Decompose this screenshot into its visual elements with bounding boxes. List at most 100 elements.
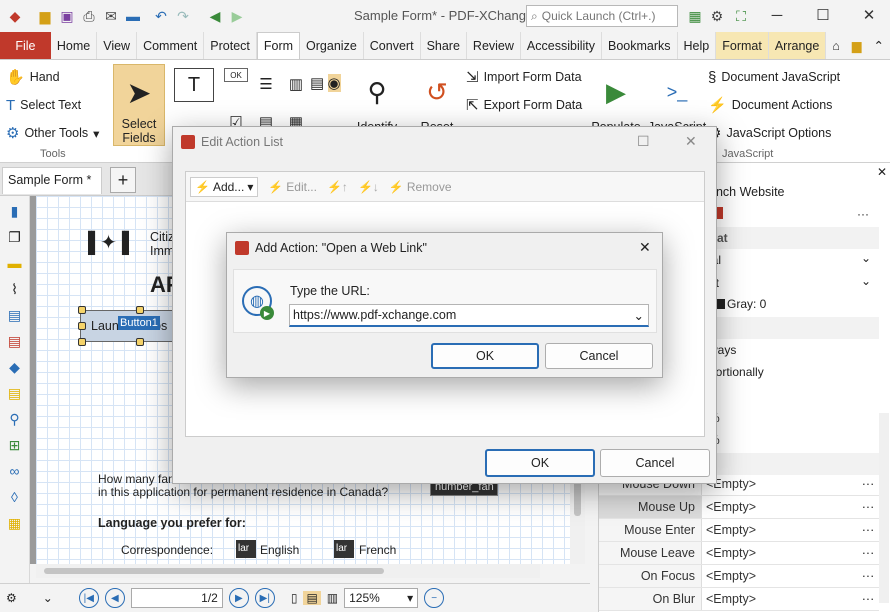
- text-field-button[interactable]: T: [170, 68, 218, 102]
- scan-icon[interactable]: ▬: [122, 5, 144, 27]
- listbox-icon[interactable]: ☰: [254, 68, 278, 100]
- cancel-button[interactable]: Cancel: [545, 343, 653, 369]
- tab-accessibility[interactable]: Accessibility: [521, 32, 602, 59]
- structure-icon[interactable]: ⊞: [4, 434, 26, 456]
- link-icon[interactable]: ∞: [4, 460, 26, 482]
- tab-comment[interactable]: Comment: [137, 32, 205, 59]
- next-page-button[interactable]: ▶: [228, 588, 249, 608]
- tab-format[interactable]: Format: [716, 32, 769, 59]
- tab-view[interactable]: View: [97, 32, 138, 59]
- pane-icon[interactable]: ▦: [684, 5, 706, 27]
- last-page-button[interactable]: ▶|: [254, 588, 275, 608]
- comment-icon[interactable]: ▬: [4, 252, 26, 274]
- javascript-options-button[interactable]: ⚙JavaScript Options: [708, 120, 831, 146]
- mouse-enter-row[interactable]: Mouse Enter <Empty> ···: [599, 519, 879, 542]
- collapse-ribbon-icon[interactable]: ⌃: [868, 32, 890, 59]
- save-icon[interactable]: ▣: [56, 5, 78, 27]
- mouse-up-ellipsis[interactable]: ···: [857, 500, 879, 514]
- mouse-leave-ellipsis[interactable]: ···: [857, 546, 879, 560]
- select-text-button[interactable]: T Select Text: [6, 92, 81, 118]
- reset-button[interactable]: ↺Reset: [412, 64, 462, 135]
- signatures-icon[interactable]: ▤: [4, 330, 26, 352]
- panel-close-icon[interactable]: ✕: [877, 165, 887, 179]
- zoom-select[interactable]: 125% ▾: [344, 588, 419, 608]
- remove-action-button[interactable]: ⚡ Remove: [389, 180, 452, 194]
- other-tools-button[interactable]: ⚙ Other Tools ▾: [6, 120, 99, 146]
- new-tab-button[interactable]: +: [110, 167, 136, 193]
- undo-icon[interactable]: ↶: [150, 5, 172, 27]
- javascript-button[interactable]: >_JavaScript: [648, 64, 706, 135]
- location-icon[interactable]: ⚲: [4, 408, 26, 430]
- on-focus-row[interactable]: On Focus <Empty> ···: [599, 565, 879, 588]
- tab-home[interactable]: Home: [51, 32, 98, 59]
- prev-page-button[interactable]: ◀: [104, 588, 125, 608]
- chevron-down-icon[interactable]: ⌄: [861, 274, 871, 288]
- tag-icon[interactable]: ◊: [4, 486, 26, 508]
- resize-handle[interactable]: [78, 322, 86, 330]
- edit-action-button[interactable]: ⚡ Edit...: [268, 180, 317, 194]
- gear-icon[interactable]: ⚙: [706, 5, 728, 27]
- h-scroll-thumb[interactable]: [44, 568, 384, 574]
- image-field-icon[interactable]: ◉: [327, 74, 341, 92]
- english-radio[interactable]: lar: [236, 540, 256, 558]
- ellipsis-button[interactable]: ···: [857, 207, 869, 221]
- destinations-icon[interactable]: ▤: [4, 304, 26, 326]
- select-fields-button[interactable]: ➤ Select Fields: [113, 64, 165, 146]
- document-actions-button[interactable]: ⚡ Document Actions: [708, 92, 832, 118]
- resize-handle[interactable]: [136, 306, 144, 314]
- back-icon[interactable]: ◀: [204, 5, 226, 27]
- tab-protect[interactable]: Protect: [204, 32, 257, 59]
- mouse-enter-ellipsis[interactable]: ···: [857, 523, 879, 537]
- tab-organize[interactable]: Organize: [300, 32, 364, 59]
- barcode-icon[interactable]: ▥: [284, 68, 308, 100]
- zoom-out-button[interactable]: −: [424, 588, 445, 608]
- resize-handle[interactable]: [136, 338, 144, 346]
- single-page-icon[interactable]: ▯: [291, 591, 298, 605]
- mouse-down-ellipsis[interactable]: ···: [857, 477, 879, 491]
- forward-icon[interactable]: ▶: [226, 5, 248, 27]
- on-focus-ellipsis[interactable]: ···: [857, 569, 879, 583]
- attachment-icon[interactable]: ⌇: [4, 278, 26, 300]
- url-combobox[interactable]: https://www.pdf-xchange.com ⌄: [289, 304, 649, 327]
- close-icon[interactable]: ✕: [639, 239, 651, 256]
- ok-button[interactable]: OK: [431, 343, 539, 369]
- populate-button[interactable]: ▶Populate: [590, 64, 642, 135]
- redo-icon[interactable]: ↷: [172, 5, 194, 27]
- fields-icon[interactable]: ▦: [4, 512, 26, 534]
- tags-icon[interactable]: ▤: [4, 382, 26, 404]
- on-blur-ellipsis[interactable]: ···: [857, 592, 879, 606]
- close-icon[interactable]: ✕: [685, 133, 697, 150]
- maximize-icon[interactable]: ☐: [637, 133, 650, 150]
- import-form-data-button[interactable]: ⇲ Import Form Data: [466, 64, 582, 90]
- minimize-button[interactable]: ─: [754, 0, 800, 30]
- mouse-leave-row[interactable]: Mouse Leave <Empty> ···: [599, 542, 879, 565]
- bookmark-icon[interactable]: ▮: [4, 200, 26, 222]
- identify-button[interactable]: ⚲Identify: [352, 64, 402, 135]
- facing-icon[interactable]: ▥: [327, 591, 338, 605]
- tab-form[interactable]: Form: [256, 32, 301, 59]
- resize-handle[interactable]: [78, 306, 86, 314]
- pin-ribbon-icon[interactable]: ⌂: [826, 32, 846, 59]
- tab-arrange[interactable]: Arrange: [768, 32, 827, 59]
- tab-convert[interactable]: Convert: [364, 32, 421, 59]
- tab-help[interactable]: Help: [678, 32, 717, 59]
- expand-icon[interactable]: ⌄: [43, 591, 53, 605]
- page-number-input[interactable]: 1/2: [130, 588, 223, 608]
- button-field-icon[interactable]: OK: [224, 68, 248, 82]
- ok-button[interactable]: OK: [485, 449, 595, 477]
- print-icon[interactable]: ⎙: [78, 5, 100, 27]
- first-page-button[interactable]: |◀: [78, 588, 99, 608]
- document-javascript-button[interactable]: § Document JavaScript: [708, 64, 840, 90]
- open-folder-icon[interactable]: ▆: [34, 5, 56, 27]
- move-up-icon[interactable]: ⚡↑: [327, 180, 348, 194]
- move-down-icon[interactable]: ⚡↓: [358, 180, 379, 194]
- options-icon[interactable]: ⚙: [6, 591, 17, 605]
- chevron-down-icon[interactable]: ⌄: [634, 308, 648, 323]
- export-form-data-button[interactable]: ⇱ Export Form Data: [466, 92, 582, 118]
- close-button[interactable]: ✕: [846, 0, 890, 30]
- cancel-button[interactable]: Cancel: [600, 449, 710, 477]
- folder-icon[interactable]: ▆: [846, 32, 868, 59]
- chevron-down-icon[interactable]: ⌄: [861, 251, 871, 265]
- mouse-up-row[interactable]: Mouse Up <Empty> ···: [599, 496, 879, 519]
- tab-file[interactable]: File: [0, 32, 51, 59]
